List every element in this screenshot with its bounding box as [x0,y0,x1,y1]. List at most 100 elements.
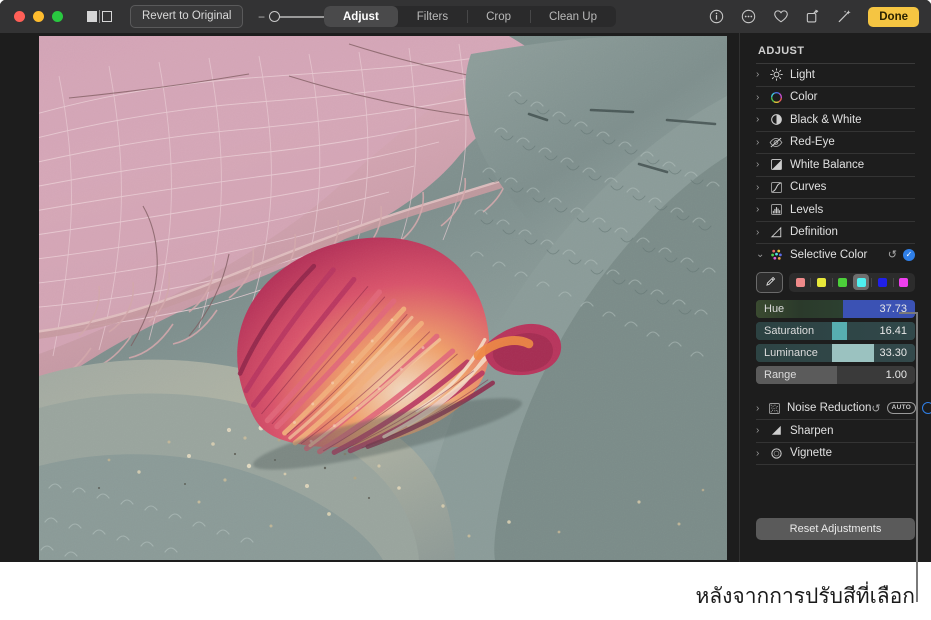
adjust-sidebar: ADJUST › Light › Color › Black & White [739,33,931,562]
sidebar-item-red-eye[interactable]: › Red-Eye [756,132,915,155]
chevron-right-icon[interactable]: › [756,204,768,215]
slider-luminance[interactable]: Luminance 33.30 [756,344,915,362]
chevron-right-icon[interactable]: › [756,182,768,193]
chevron-right-icon[interactable]: › [756,114,768,125]
color-range-swatches [789,273,915,292]
mode-tabs: Adjust Filters Crop Clean Up [324,6,616,27]
selective-color-dots-icon [768,248,784,262]
sidebar-item-label: Definition [790,226,838,238]
swatch-yellow[interactable] [813,274,829,290]
definition-icon [768,225,784,239]
sidebar-item-label: Color [790,91,817,103]
sidebar-toggle-filled [87,11,97,22]
sidebar-item-label: Noise Reduction [787,402,871,414]
sidebar-item-label: Light [790,69,815,81]
sidebar-item-selective-color[interactable]: ⌄ Selective Color ↺ ✓ [756,244,915,266]
maximize-button[interactable] [52,11,63,22]
swatch-cyan[interactable] [853,274,869,290]
magic-wand-icon[interactable] [836,8,853,25]
swatch-blue[interactable] [874,274,890,290]
swatch-pink[interactable] [792,274,808,290]
sidebar-item-levels[interactable]: › Levels [756,199,915,222]
sidebar-item-label: Sharpen [790,425,833,437]
chevron-right-icon[interactable]: › [756,159,768,170]
sidebar-item-label: Selective Color [790,249,867,261]
sidebar-item-vignette[interactable]: › Vignette [756,443,915,466]
tab-crop[interactable]: Crop [467,6,530,27]
sidebar-item-label: Vignette [790,447,832,459]
auto-button[interactable]: AUTO [887,402,917,414]
checkmark-circle-icon[interactable]: ✓ [903,249,915,261]
sidebar-item-label: Curves [790,181,826,193]
chevron-right-icon[interactable]: › [756,92,768,103]
chevron-right-icon[interactable]: › [756,425,768,436]
swatch-divider [832,278,833,287]
chevron-right-icon[interactable]: › [756,137,768,148]
sidebar-item-label: Levels [790,204,823,216]
sidebar-item-noise-reduction[interactable]: › Noise Reduction ↺ AUTO [756,398,915,421]
minimize-button[interactable] [33,11,44,22]
sidebar-item-white-balance[interactable]: › White Balance [756,154,915,177]
rotate-icon[interactable] [804,8,821,25]
slider-saturation[interactable]: Saturation 16.41 [756,322,915,340]
levels-icon [768,203,784,217]
enable-toggle-circle-icon[interactable] [922,402,931,414]
chevron-right-icon[interactable]: › [756,227,768,238]
eyedropper-icon[interactable] [756,272,783,293]
swatch-divider [810,278,811,287]
tab-clean-up[interactable]: Clean Up [530,6,616,27]
sidebar-title: ADJUST [740,33,931,63]
sidebar-item-label: White Balance [790,159,864,171]
sidebar-toggle-outline [102,11,112,22]
close-button[interactable] [14,11,25,22]
sharpen-icon [768,424,784,438]
slider-saturation-marker [832,322,846,340]
vignette-icon [768,446,784,460]
swatch-green[interactable] [835,274,851,290]
zoom-slider-knob[interactable] [269,11,280,22]
chevron-right-icon[interactable]: › [756,69,768,80]
sidebar-item-definition[interactable]: › Definition [756,222,915,245]
reset-adjustments-button[interactable]: Reset Adjustments [756,518,915,540]
sidebar-item-curves[interactable]: › Curves [756,177,915,200]
done-button[interactable]: Done [868,7,919,27]
photo-canvas[interactable] [0,33,740,562]
edited-photo [39,36,727,560]
caption-text: หลังจากการปรับสีที่เลือก [695,582,915,610]
slider-label: Hue [764,300,784,318]
chevron-right-icon[interactable]: › [756,448,768,459]
revert-to-original-button[interactable]: Revert to Original [130,5,243,28]
toolbar-right-actions: Done [708,0,919,33]
slider-label: Range [764,366,796,384]
revert-arrow-icon[interactable]: ↺ [871,402,880,415]
sidebar-item-sharpen[interactable]: › Sharpen [756,420,915,443]
sidebar-item-color[interactable]: › Color [756,87,915,110]
toolbar: Revert to Original − + Adjust Filters Cr… [0,0,931,34]
revert-arrow-icon[interactable]: ↺ [888,248,897,261]
chevron-down-icon[interactable]: ⌄ [756,249,768,260]
sidebar-toggle-icon[interactable] [87,10,112,23]
sidebar-item-label: Black & White [790,114,862,126]
more-ellipsis-icon[interactable] [740,8,757,25]
swatch-divider [871,278,872,287]
zoom-out-icon[interactable]: − [257,10,265,24]
white-balance-icon [768,158,784,172]
slider-range[interactable]: Range 1.00 [756,366,915,384]
chevron-right-icon[interactable]: › [756,403,768,414]
tab-filters[interactable]: Filters [398,6,467,27]
slider-label: Luminance [764,344,818,362]
tab-adjust[interactable]: Adjust [324,6,398,27]
sidebar-toggle-divider [99,10,100,23]
photos-edit-window: Revert to Original − + Adjust Filters Cr… [0,0,931,562]
swatch-magenta[interactable] [896,274,912,290]
sidebar-item-black-and-white[interactable]: › Black & White [756,109,915,132]
sidebar-item-light[interactable]: › Light [756,64,915,87]
heart-icon[interactable] [772,8,789,25]
selective-color-swatch-row [756,272,915,293]
sidebar-item-label: Red-Eye [790,136,835,148]
noise-reduction-icon [768,401,781,415]
info-icon[interactable] [708,8,725,25]
slider-hue[interactable]: Hue 37.73 [756,300,915,318]
eye-slash-icon [768,135,784,149]
slider-luminance-marker [832,344,873,362]
